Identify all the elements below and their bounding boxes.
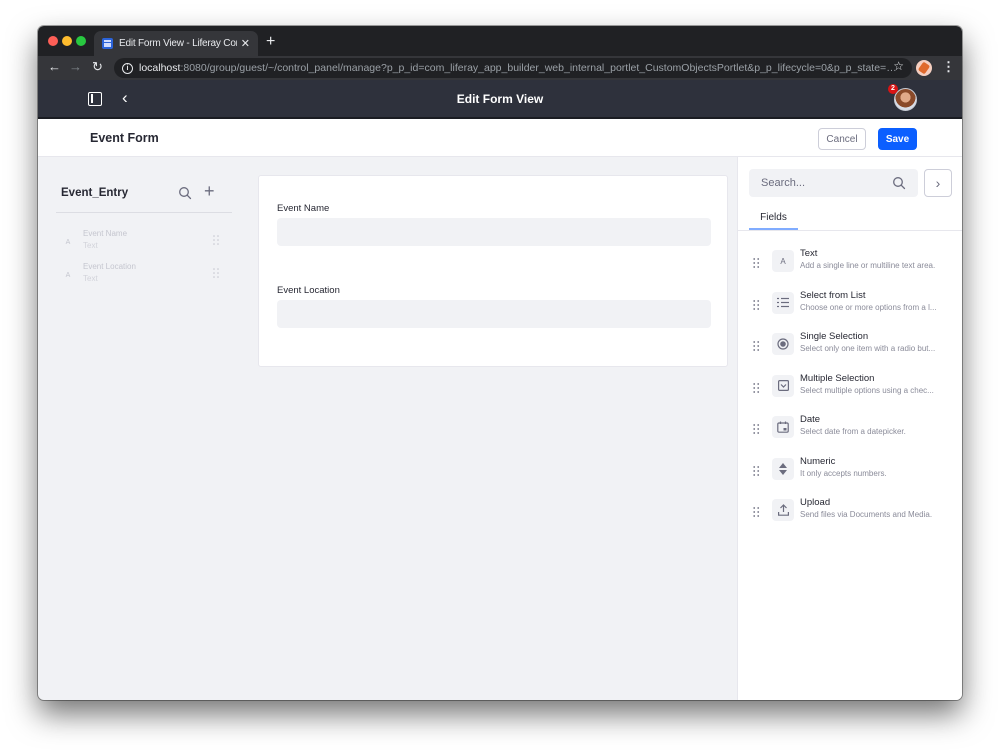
drag-handle-icon[interactable]	[753, 507, 760, 517]
field-types-sidebar: Search... › Fields A Text Add a single lin…	[737, 157, 962, 700]
field-type-description: Choose one or more options from a l...	[800, 302, 937, 312]
user-avatar[interactable]	[894, 88, 917, 111]
search-icon[interactable]	[892, 176, 906, 190]
form-canvas: Event Name Event Location	[258, 175, 728, 367]
field-type-name: Multiple Selection	[800, 372, 875, 384]
data-definition-name: Event_Entry	[61, 187, 129, 199]
browser-profile-icon[interactable]	[916, 60, 932, 76]
field-type: Text	[83, 274, 98, 283]
tab-fields[interactable]: Fields	[749, 207, 798, 230]
field-type-description: Select date from a datepicker.	[800, 427, 906, 436]
reload-icon[interactable]: ↻	[92, 59, 103, 75]
field-type-description: Send files via Documents and Media.	[800, 510, 933, 519]
field-type-item[interactable]: Single Selection Select only one item wit…	[753, 331, 953, 367]
field-type-name: Date	[800, 414, 821, 425]
field-type-description: Add a single line or multiline text area…	[800, 261, 936, 270]
field-type-name: Numeric	[800, 455, 836, 467]
new-tab-button[interactable]: +	[266, 33, 275, 51]
data-definition-sidebar: Event_Entry + A Event Name Text A Event …	[38, 157, 248, 700]
chevron-right-icon: ›	[935, 175, 941, 191]
field-name: Event Location	[83, 262, 136, 271]
search-placeholder: Search...	[761, 177, 806, 189]
minimize-window-button[interactable]	[62, 36, 72, 46]
field-label-event-location: Event Location	[277, 285, 340, 296]
text-icon: A	[772, 250, 794, 272]
add-field-icon[interactable]: +	[204, 181, 215, 202]
drag-handle-icon[interactable]	[753, 258, 760, 268]
numeric-icon	[772, 457, 794, 480]
tab-divider	[738, 230, 962, 231]
event-name-input[interactable]	[277, 218, 711, 246]
field-search-input[interactable]: Search...	[749, 169, 918, 197]
browser-menu-icon[interactable]: ⋮	[942, 59, 955, 75]
field-type-name: Text	[800, 248, 818, 259]
drag-handle-icon[interactable]	[753, 341, 760, 351]
cancel-button[interactable]: Cancel	[818, 128, 866, 150]
field-label-event-name: Event Name	[277, 203, 330, 214]
browser-tab[interactable]: Edit Form View - Liferay Commu ✕	[94, 31, 258, 56]
checkbox-icon	[772, 374, 794, 397]
field-type-item[interactable]: Upload Send files via Documents and Media…	[753, 497, 953, 533]
notification-badge: 2	[888, 84, 898, 94]
text-icon: A	[60, 267, 76, 283]
maximize-window-button[interactable]	[76, 36, 86, 46]
search-icon[interactable]	[178, 186, 192, 200]
field-type-description: It only accepts numbers.	[800, 468, 887, 478]
collapse-sidebar-button[interactable]: ›	[924, 169, 952, 197]
drag-handle-icon[interactable]	[753, 465, 760, 476]
data-field-item[interactable]: A Event Name Text	[60, 229, 230, 257]
field-type-description: Select multiple options using a chec...	[800, 385, 934, 395]
close-window-button[interactable]	[48, 36, 58, 46]
drag-handle-icon[interactable]	[753, 424, 760, 434]
browser-window: Edit Form View - Liferay Commu ✕ + ← → ↻…	[38, 26, 962, 700]
field-type-name: Upload	[800, 497, 831, 508]
liferay-favicon-icon	[102, 38, 113, 49]
tab-strip: Edit Form View - Liferay Commu ✕ +	[38, 26, 962, 56]
info-icon[interactable]: i	[122, 62, 133, 74]
field-type-item[interactable]: Select from List Choose one or more optio…	[753, 290, 953, 326]
text-icon: A	[60, 234, 76, 250]
field-type-item[interactable]: Date Select date from a datepicker.	[753, 414, 953, 450]
drag-handle-icon[interactable]	[213, 235, 219, 245]
close-tab-icon[interactable]: ✕	[241, 37, 250, 50]
url-path: :8080/group/guest/~/control_panel/manage…	[180, 62, 904, 74]
field-type-name: Select from List	[800, 289, 866, 301]
form-title[interactable]: Event Form	[90, 131, 159, 145]
bookmark-star-icon[interactable]: ☆	[893, 59, 904, 73]
app-header: ‹ Edit Form View 2	[38, 80, 962, 119]
tab-title: Edit Form View - Liferay Commu	[119, 38, 237, 49]
list-icon	[772, 291, 794, 314]
page-title: Edit Form View	[456, 92, 544, 106]
field-type-name: Single Selection	[800, 331, 869, 342]
drag-handle-icon[interactable]	[753, 299, 760, 310]
field-type-description: Select only one item with a radio but...	[800, 344, 936, 353]
calendar-icon	[772, 416, 794, 438]
field-type-item[interactable]: Multiple Selection Select multiple option…	[753, 373, 953, 409]
browser-toolbar: ← → ↻ i localhost :8080/group/guest/~/co…	[38, 56, 962, 80]
field-name: Event Name	[83, 229, 128, 238]
save-button[interactable]: Save	[878, 128, 917, 150]
url-host: localhost	[139, 62, 181, 74]
form-header: Event Form Cancel Save	[38, 119, 962, 157]
upload-icon	[772, 499, 794, 521]
forward-arrow-icon[interactable]: →	[69, 59, 82, 74]
event-location-input[interactable]	[277, 300, 711, 328]
divider	[56, 212, 232, 213]
drag-handle-icon[interactable]	[213, 268, 219, 278]
back-arrow-icon[interactable]: ←	[48, 59, 61, 74]
field-type-item[interactable]: A Text Add a single line or multiline text…	[753, 248, 953, 284]
data-field-item[interactable]: A Event Location Text	[60, 262, 230, 290]
field-type-item[interactable]: Numeric It only accepts numbers.	[753, 456, 953, 492]
field-type: Text	[83, 241, 98, 250]
radio-icon	[772, 333, 794, 355]
drag-handle-icon[interactable]	[753, 382, 760, 393]
address-bar[interactable]: i localhost :8080/group/guest/~/control_…	[114, 58, 912, 78]
